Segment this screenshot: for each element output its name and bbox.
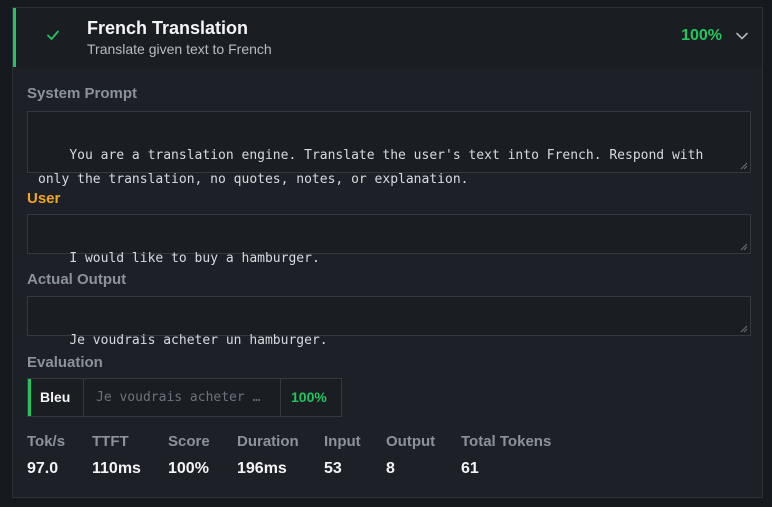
stat-label: Score [168,433,210,450]
actual-output-label: Actual Output [27,271,127,288]
stat-value: 8 [386,460,395,477]
stat-label: TTFT [92,433,129,450]
pass-percentage: 100% [681,27,722,44]
card-subtitle: Translate given text to French [87,41,272,57]
stat-value: 100% [168,460,209,477]
actual-output-field[interactable]: Je voudrais acheter un hamburger. [27,296,751,348]
stat-value: 196ms [237,460,287,477]
resize-grip-icon[interactable] [738,160,748,170]
resize-grip-icon[interactable] [738,241,748,251]
check-icon [47,30,59,40]
evaluation-score: 100% [291,389,327,405]
evaluation-metric: Bleu [40,389,71,405]
card-header[interactable]: French Translation Translate given text … [13,8,762,67]
system-prompt-label: System Prompt [27,85,138,102]
user-message-field[interactable]: I would like to buy a hamburger. [27,214,751,266]
stat-label: Input [324,433,361,450]
stat-value: 61 [461,460,479,477]
stat-duration: Duration 196ms [237,433,299,478]
divider [83,379,84,416]
card-title: French Translation [87,18,249,38]
evaluation-label: Evaluation [27,354,103,371]
system-prompt-text: You are a translation engine. Translate … [38,148,712,187]
user-message-text: I would like to buy a hamburger. [69,251,320,266]
evaluation-status-bar [28,379,31,416]
stat-value: 110ms [92,460,141,477]
actual-output-text: Je voudrais acheter un hamburger. [69,333,328,348]
evaluation-preview: Je voudrais acheter … [96,390,261,405]
stat-output: Output 8 [386,433,435,478]
divider [280,379,281,416]
stat-total-tokens: Total Tokens 61 [461,433,551,478]
stat-value: 53 [324,460,342,477]
stat-ttft: TTFT 110ms [92,433,141,478]
user-label: User [27,190,61,207]
stat-score: Score 100% [168,433,210,478]
evaluation-row[interactable]: Bleu Je voudrais acheter … 100% [27,378,342,417]
stat-label: Duration [237,433,299,450]
resize-grip-icon[interactable] [738,323,748,333]
stat-value: 97.0 [27,460,59,477]
system-prompt-field[interactable]: You are a translation engine. Translate … [27,111,751,187]
stat-label: Output [386,433,436,450]
stat-label: Total Tokens [461,433,552,450]
stat-tok-per-sec: Tok/s 97.0 [27,433,65,478]
stat-label: Tok/s [27,433,66,450]
test-result-card: French Translation Translate given text … [12,7,763,498]
chevron-down-icon[interactable] [736,32,748,40]
stat-input: Input 53 [324,433,361,478]
